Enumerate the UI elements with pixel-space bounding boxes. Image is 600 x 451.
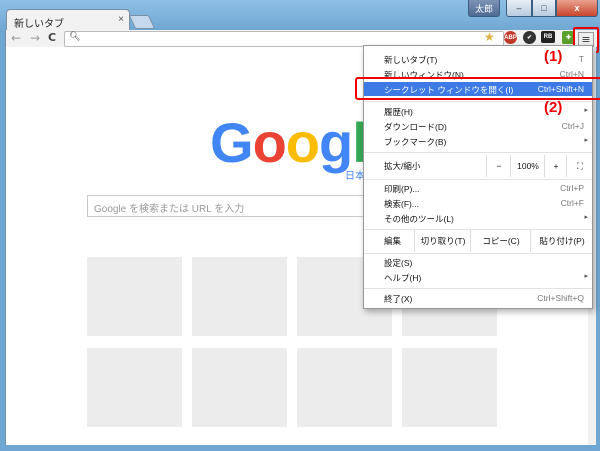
menu-separator (364, 288, 592, 289)
zoom-in-button[interactable]: + (544, 155, 567, 177)
most-visited-tile[interactable] (402, 348, 497, 427)
menu-item-find[interactable]: 検索(F)... Ctrl+F (364, 196, 592, 210)
edit-label: 編集 (384, 236, 402, 246)
window-controls: 太郎 – □ x (468, 0, 598, 17)
most-visited-tile[interactable] (192, 348, 287, 427)
menu-separator (364, 152, 592, 153)
most-visited-tile[interactable] (87, 257, 182, 336)
menu-separator (364, 253, 592, 254)
bookmark-star-icon[interactable]: ★ (484, 30, 495, 44)
menu-item-bookmarks[interactable]: ブックマーク(B) ▸ (364, 134, 592, 148)
menu-separator (364, 179, 592, 180)
submenu-arrow-icon: ▸ (584, 107, 588, 114)
user-profile-button[interactable]: 太郎 (468, 0, 500, 17)
menu-item-more-tools[interactable]: その他のツール(L) ▸ (364, 211, 592, 225)
zoom-level: 100% (510, 155, 545, 177)
annotation-step-1: (1) (544, 48, 563, 65)
most-visited-tile[interactable] (87, 348, 182, 427)
menu-item-print[interactable]: 印刷(P)... Ctrl+P (364, 181, 592, 195)
checkmark-extension-icon[interactable]: ✔ (523, 31, 536, 44)
submenu-arrow-icon: ▸ (584, 273, 588, 280)
submenu-arrow-icon: ▸ (584, 214, 588, 221)
incognito-highlight-box (355, 77, 600, 100)
menu-item-downloads[interactable]: ダウンロード(D) Ctrl+J (364, 119, 592, 133)
tab-close-icon[interactable]: × (118, 14, 124, 25)
logo-region-label: 日本 (345, 171, 365, 182)
fullscreen-icon[interactable]: ⛶ (566, 155, 593, 177)
rb-extension-icon[interactable]: RB (541, 31, 555, 43)
minimize-button[interactable]: – (506, 0, 532, 17)
zoom-label: 拡大/縮小 (384, 161, 421, 171)
annotation-step-2: (2) (544, 99, 563, 116)
menu-item-settings[interactable]: 設定(S) (364, 255, 592, 269)
adblock-extension-icon[interactable]: ABP (504, 31, 517, 44)
back-button[interactable]: ← (11, 31, 21, 45)
search-icon: 🔍︎ (69, 32, 81, 42)
menu-zoom-row: 拡大/縮小 − 100% + ⛶ (364, 155, 592, 177)
reload-button[interactable]: C (48, 31, 56, 44)
forward-button[interactable]: → (30, 31, 40, 45)
paste-button[interactable]: 貼り付け(P) (530, 230, 593, 252)
tab-title: 新しいタブ (14, 19, 64, 30)
search-placeholder: Google を検索または URL を入力 (94, 204, 245, 215)
most-visited-tile[interactable] (297, 348, 392, 427)
menu-item-help[interactable]: ヘルプ(H) ▸ (364, 270, 592, 284)
zoom-out-button[interactable]: − (486, 155, 511, 177)
submenu-arrow-icon: ▸ (584, 137, 588, 144)
close-window-button[interactable]: x (556, 0, 598, 17)
maximize-button[interactable]: □ (532, 0, 556, 17)
cut-button[interactable]: 切り取り(T) (414, 230, 471, 252)
menu-edit-row: 編集 切り取り(T) コピー(C) 貼り付け(P) (364, 230, 592, 252)
menu-item-exit[interactable]: 終了(X) Ctrl+Shift+Q (364, 291, 592, 305)
tab-new-tab[interactable]: 新しいタブ × (6, 9, 130, 31)
most-visited-tile[interactable] (192, 257, 287, 336)
copy-button[interactable]: コピー(C) (470, 230, 531, 252)
